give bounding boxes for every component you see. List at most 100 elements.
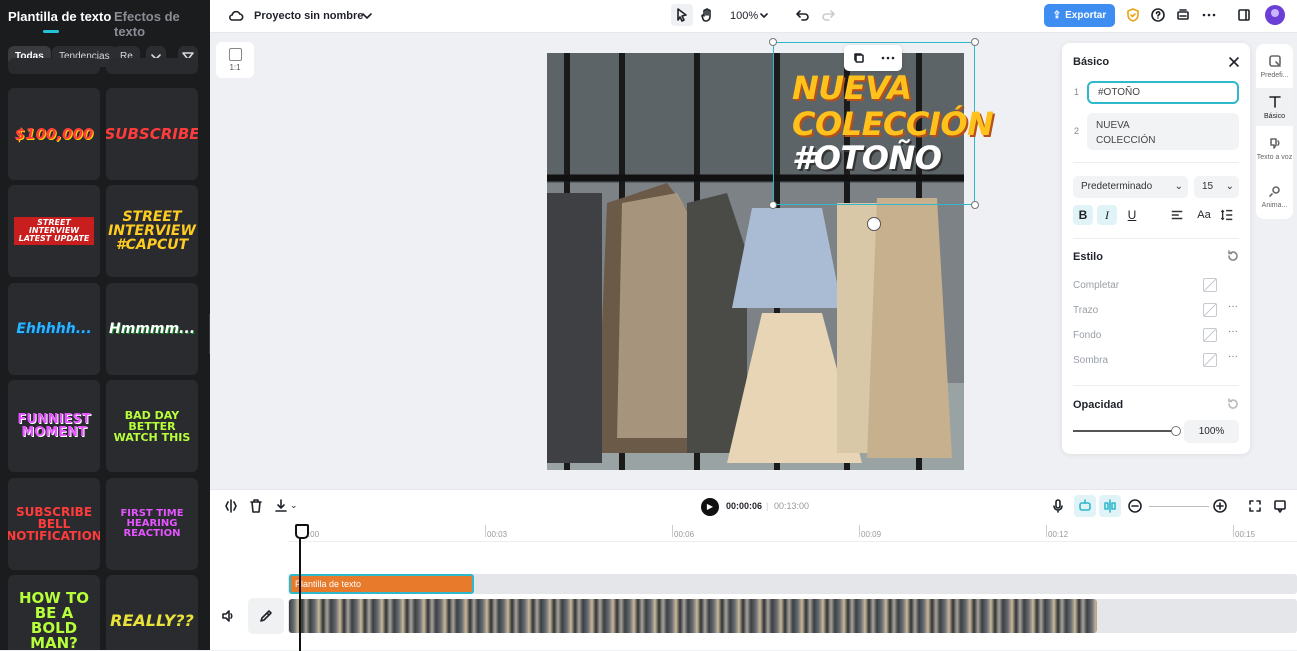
zoom-slider[interactable] (1149, 506, 1209, 507)
undo-icon[interactable] (792, 4, 814, 26)
bold-icon[interactable]: B (1073, 205, 1093, 225)
export-label: Exportar (1065, 10, 1107, 21)
template-tile[interactable]: STREET INTERVIEW #CAPCUT (106, 185, 198, 277)
stroke-swatch[interactable] (1203, 303, 1217, 317)
select-tool-icon[interactable] (671, 4, 693, 26)
resize-handle[interactable] (971, 201, 979, 209)
avatar[interactable] (1265, 5, 1285, 25)
overlay-line-3[interactable]: #OTOÑO (792, 142, 942, 174)
left-panel: Plantilla de texto Efectos de texto Toda… (0, 0, 210, 650)
template-tile[interactable]: HOW TO BE A BOLD MAN? (8, 575, 100, 650)
style-fill: Completar (1073, 280, 1120, 291)
more-icon[interactable] (1198, 4, 1220, 26)
font-size-select[interactable]: 15 ⌄ (1194, 176, 1239, 198)
reset-icon[interactable] (1222, 245, 1244, 267)
template-tile[interactable]: REALLY?? (106, 575, 198, 650)
current-time: 00:00:06 (726, 501, 763, 511)
style-background: Fondo (1073, 330, 1102, 341)
template-tile-partial[interactable] (8, 58, 100, 74)
resize-handle[interactable] (971, 38, 979, 46)
fill-swatch[interactable] (1203, 278, 1217, 292)
template-tile[interactable]: SUBSCRIBE (106, 88, 198, 180)
italic-icon[interactable]: I (1097, 205, 1117, 225)
template-tile[interactable]: SUBSCRIBE BELL NOTIFICATION (8, 478, 100, 570)
more-icon[interactable]: ··· (1228, 326, 1238, 337)
playhead[interactable] (295, 524, 309, 651)
keyboard-icon[interactable] (1172, 4, 1194, 26)
text-field-2[interactable]: NUEVA COLECCIÓN (1087, 113, 1239, 150)
fullscreen-icon[interactable] (1244, 495, 1266, 517)
zoom-out-icon[interactable] (1124, 495, 1146, 517)
align-icon[interactable] (1165, 205, 1189, 225)
chevron-down-icon[interactable] (753, 5, 775, 27)
properties-panel: Básico 1 #OTOÑO 2 NUEVA COLECCIÓN Predet… (1062, 43, 1250, 454)
template-tile[interactable]: FUNNIEST MOMENT (8, 380, 100, 472)
rail-item-presets[interactable]: Predefi... (1256, 50, 1293, 84)
download-icon[interactable] (270, 495, 292, 517)
time-ruler[interactable]: 00:00 00:03 00:06 00:09 00:12 00:15 (288, 524, 1297, 542)
chevron-down-icon[interactable]: ⌄ (290, 500, 298, 511)
comment-icon[interactable] (1269, 495, 1291, 517)
tab-text-effects[interactable]: Efectos de texto (114, 9, 210, 39)
reset-icon[interactable] (1222, 393, 1244, 415)
template-preview-text: REALLY?? (110, 611, 194, 630)
rail-item-animation[interactable]: Anima... (1256, 180, 1293, 214)
help-icon[interactable] (1147, 4, 1169, 26)
chevron-down-icon: ⌄ (1174, 181, 1183, 192)
more-icon[interactable]: ··· (1228, 351, 1238, 362)
background-swatch[interactable] (1203, 328, 1217, 342)
rotate-handle-icon[interactable] (867, 217, 881, 231)
chevron-down-icon[interactable] (356, 5, 378, 27)
overlay-line-2[interactable]: COLECCIÓN (792, 108, 994, 140)
shadow-swatch[interactable] (1203, 353, 1217, 367)
resize-handle[interactable] (769, 201, 777, 209)
template-tile[interactable]: $100,000 (8, 88, 100, 180)
close-icon[interactable] (1223, 51, 1245, 73)
text-clip[interactable]: Plantilla de texto (289, 574, 474, 594)
video-clip[interactable] (289, 599, 1097, 633)
link-clips-icon[interactable] (1099, 495, 1121, 517)
template-tile-partial[interactable] (106, 58, 198, 74)
redo-icon[interactable] (817, 4, 839, 26)
cloud-icon[interactable] (225, 5, 247, 27)
microphone-icon[interactable] (1047, 495, 1069, 517)
template-tile[interactable]: FIRST TIME HEARING REACTION (106, 478, 198, 570)
aspect-ratio-button[interactable]: 1:1 (216, 42, 254, 78)
text-clip-label: Plantilla de texto (295, 579, 362, 589)
layout-icon[interactable] (1233, 4, 1255, 26)
line-spacing-icon[interactable] (1217, 205, 1237, 225)
resize-handle[interactable] (769, 38, 777, 46)
volume-icon[interactable] (217, 605, 239, 627)
tab-text-templates[interactable]: Plantilla de texto (8, 9, 111, 24)
ratio-label: 1:1 (229, 63, 241, 72)
opacity-input[interactable]: 100% (1184, 420, 1239, 443)
overlay-line-1[interactable]: NUEVA (792, 72, 912, 104)
split-icon[interactable] (220, 495, 242, 517)
more-icon[interactable]: ··· (1228, 301, 1238, 312)
shield-icon[interactable] (1122, 4, 1144, 26)
text-case-icon[interactable]: Aa (1194, 205, 1214, 225)
font-select[interactable]: Predeterminado ⌄ (1073, 176, 1188, 198)
project-name[interactable]: Proyecto sin nombre (254, 10, 363, 22)
underline-icon[interactable]: U (1122, 205, 1142, 225)
rail-label: Predefi... (1260, 72, 1289, 79)
opacity-knob[interactable] (1171, 426, 1181, 436)
text-field-1[interactable]: #OTOÑO (1087, 81, 1239, 104)
export-button[interactable]: ⇪ Exportar (1044, 4, 1115, 27)
opacity-slider[interactable] (1073, 426, 1181, 436)
delete-icon[interactable] (245, 495, 267, 517)
rail-item-text-to-speech[interactable]: Texto a voz (1256, 132, 1293, 172)
template-tile[interactable]: STREET INTERVIEW LATEST UPDATE (8, 185, 100, 277)
zoom-in-icon[interactable] (1209, 495, 1231, 517)
template-tile[interactable]: Ehhhhh... (8, 283, 100, 375)
ruler-tick: 00:12 (1045, 525, 1069, 539)
auto-snap-icon[interactable] (1074, 495, 1096, 517)
duplicate-icon[interactable] (848, 47, 870, 69)
template-tile[interactable]: Hmmmm... (106, 283, 198, 375)
hand-tool-icon[interactable] (696, 4, 718, 26)
more-icon[interactable] (877, 47, 899, 69)
template-tile[interactable]: BAD DAY BETTER WATCH THIS (106, 380, 198, 472)
play-button[interactable]: ▶ (701, 498, 719, 516)
edit-cover-button[interactable] (248, 598, 284, 634)
rail-item-basic[interactable]: Básico (1256, 88, 1293, 126)
